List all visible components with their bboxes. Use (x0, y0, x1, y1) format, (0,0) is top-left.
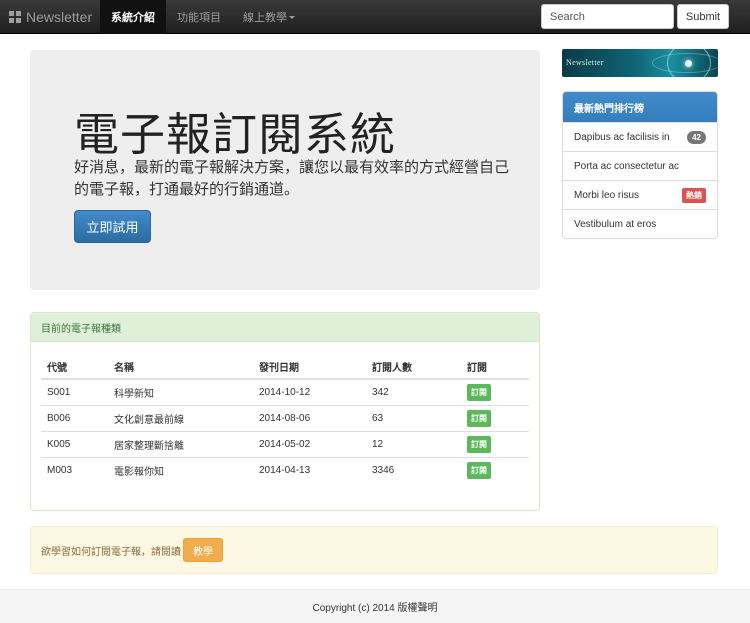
brand[interactable]: Newsletter (9, 0, 92, 34)
subscribe-button[interactable]: 訂閱 (467, 383, 491, 401)
list-item[interactable]: Vestibulum at eros (563, 209, 717, 238)
tutorial-button[interactable]: 教學 (183, 538, 223, 562)
subscribe-button[interactable]: 訂閱 (467, 409, 491, 427)
list-item[interactable]: Dapibus ac facilisis in 42 (563, 122, 717, 151)
nav-item-features[interactable]: 功能項目 (166, 0, 232, 34)
cell-count: 12 (366, 430, 461, 457)
cell-date: 2014-10-12 (253, 378, 366, 405)
cell-name: 科學新知 (108, 378, 253, 405)
hot-badge: 熱銷 (682, 187, 706, 203)
table-header-row: 代號 名稱 發刊日期 訂閱人數 訂閱 (41, 355, 529, 380)
cell-code: B006 (41, 404, 108, 431)
nav-item-tutorial-dropdown[interactable]: 線上教學 (232, 0, 306, 34)
table-row: K005 居家整理斷捨離 2014-05-02 12 訂閱 (41, 430, 529, 457)
list-item-label: Dapibus ac facilisis in (574, 131, 670, 143)
search-input[interactable] (541, 4, 674, 29)
search-submit-button[interactable]: Submit (677, 4, 729, 29)
list-item[interactable]: Porta ac consectetur ac (563, 151, 717, 180)
newsletter-banner-image: Newsletter (562, 49, 718, 77)
cell-name: 電影報你知 (108, 456, 253, 483)
copyright-text: Copyright (c) 2014 版權聲明 (312, 603, 438, 614)
cell-count: 63 (366, 404, 461, 431)
column-header: 訂閱人數 (366, 355, 461, 380)
hero-jumbotron: 電子報訂閱系統 好消息，最新的電子報解決方案，讓您以最有效率的方式經營自己的電子… (30, 50, 540, 290)
cell-count: 3346 (366, 456, 461, 483)
notice-text: 欲學習如何訂閱電子報，請閱讀 (41, 546, 181, 558)
page-footer: Copyright (c) 2014 版權聲明 (0, 589, 750, 623)
cell-code: M003 (41, 456, 108, 483)
subscribe-button[interactable]: 訂閱 (467, 435, 491, 453)
cell-code: S001 (41, 378, 108, 405)
brand-label: Newsletter (26, 9, 93, 25)
nav-item-intro[interactable]: 系統介紹 (100, 0, 166, 34)
subscribe-button[interactable]: 訂閱 (467, 461, 491, 479)
top-navbar: Newsletter 系統介紹 功能項目 線上教學 Submit (0, 0, 750, 34)
ranking-panel: 最新熱門排行榜 Dapibus ac facilisis in 42 Porta… (562, 91, 718, 239)
caret-down-icon (289, 15, 295, 19)
cell-code: K005 (41, 430, 108, 457)
cell-count: 342 (366, 378, 461, 405)
column-header: 訂閱 (461, 355, 529, 380)
column-header: 名稱 (108, 355, 253, 380)
column-header: 發刊日期 (253, 355, 366, 380)
newsletter-types-panel: 目前的電子報種類 代號 名稱 發刊日期 訂閱人數 訂閱 S001 科學新知 20… (30, 312, 540, 511)
table-row: B006 文化創意最前線 2014-08-06 63 訂閱 (41, 404, 529, 431)
column-header: 代號 (41, 355, 108, 380)
list-item-label: Morbi leo risus (574, 189, 640, 201)
table-row: S001 科學新知 2014-10-12 342 訂閱 (41, 378, 529, 405)
hero-title: 電子報訂閱系統 (74, 108, 397, 161)
banner-label: Newsletter (566, 58, 604, 67)
tutorial-notice: 欲學習如何訂閱電子報，請閱讀 教學 (30, 526, 718, 574)
panel-heading: 目前的電子報種類 (31, 313, 539, 342)
main-nav: 系統介紹 功能項目 線上教學 (100, 0, 306, 34)
list-item[interactable]: Morbi leo risus 熱銷 (563, 180, 717, 209)
hero-lead: 好消息，最新的電子報解決方案，讓您以最有效率的方式經營自己的電子報，打通最好的行… (74, 158, 510, 198)
cell-date: 2014-05-02 (253, 430, 366, 457)
grid-icon (9, 11, 21, 23)
cell-name: 文化創意最前線 (108, 404, 253, 431)
cell-name: 居家整理斷捨離 (108, 430, 253, 457)
table-row: M003 電影報你知 2014-04-13 3346 訂閱 (41, 456, 529, 483)
list-item-label: Porta ac consectetur ac (574, 160, 680, 172)
count-badge: 42 (687, 130, 706, 144)
try-now-button[interactable]: 立即試用 (74, 210, 151, 243)
cell-date: 2014-08-06 (253, 404, 366, 431)
cell-date: 2014-04-13 (253, 456, 366, 483)
list-item-label: Vestibulum at eros (574, 218, 657, 230)
newsletter-table: 代號 名稱 發刊日期 訂閱人數 訂閱 S001 科學新知 2014-10-12 … (41, 355, 529, 483)
ranking-heading: 最新熱門排行榜 (563, 92, 717, 122)
